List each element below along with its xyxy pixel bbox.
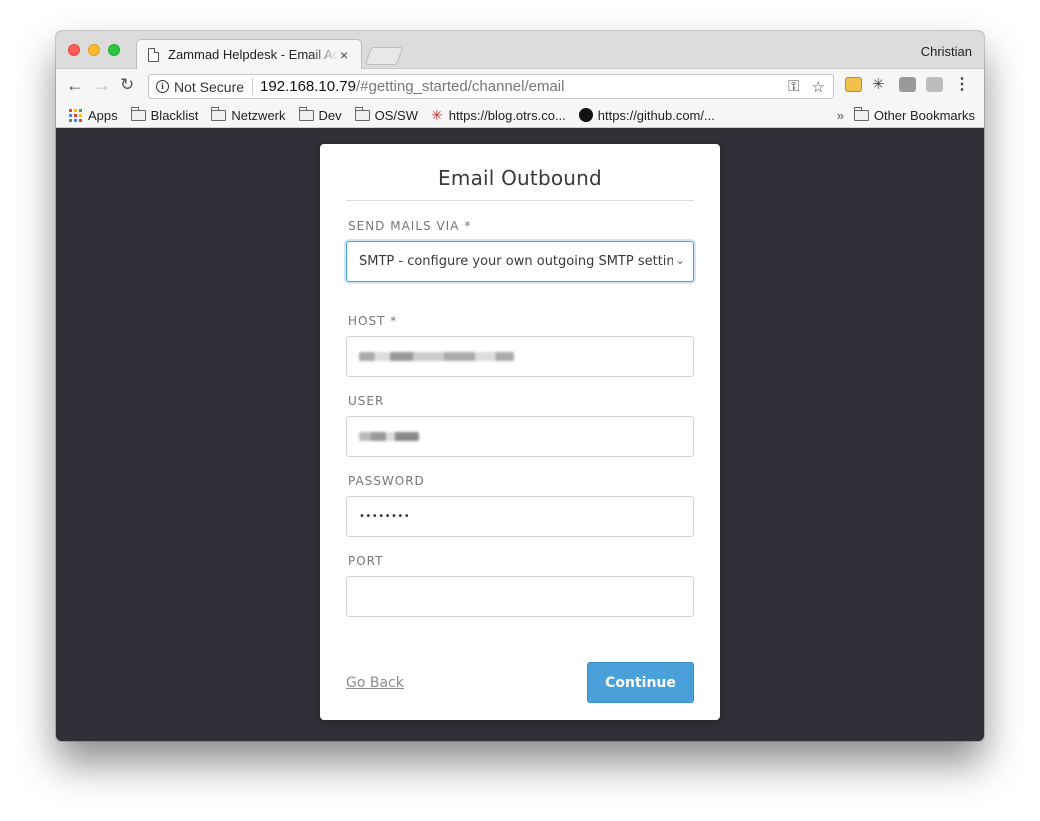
bookmark-other[interactable]: Other Bookmarks: [853, 106, 975, 123]
page-content: Email Outbound SEND MAILS VIA * SMTP - c…: [56, 129, 984, 741]
tab-title: Zammad Helpdesk - Email Acc: [168, 47, 338, 62]
redacted-user-value: [359, 432, 419, 441]
minimize-window-button[interactable]: [88, 44, 100, 56]
folder-icon: [211, 106, 227, 121]
folder-icon: [354, 106, 370, 121]
user-label: USER: [348, 394, 385, 408]
send-via-label: SEND MAILS VIA *: [348, 219, 472, 233]
bookmark-os-sw[interactable]: OS/SW: [354, 106, 418, 123]
browser-toolbar: ← → ↻ i Not Secure 192.168.10.79 /#getti…: [56, 69, 984, 103]
address-separator: [252, 78, 254, 95]
bookmark-label: OS/SW: [374, 107, 418, 123]
address-bar[interactable]: i Not Secure 192.168.10.79 /#getting_sta…: [148, 74, 834, 99]
extension-square-icon[interactable]: [899, 77, 916, 92]
close-window-button[interactable]: [68, 44, 80, 56]
profile-name[interactable]: Christian: [921, 44, 972, 59]
host-input[interactable]: [346, 336, 694, 377]
key-icon[interactable]: ⚿: [788, 78, 799, 96]
active-tab-content[interactable]: Zammad Helpdesk - Email Acc ×: [144, 39, 358, 70]
new-tab-button[interactable]: [364, 47, 404, 65]
password-value: ••••••••: [359, 511, 411, 522]
bookmarks-bar: Apps Blacklist Netzwerk Dev OS/SW ✳ http…: [56, 103, 984, 128]
password-label: PASSWORD: [348, 474, 425, 488]
bookmark-dev[interactable]: Dev: [298, 106, 342, 123]
tab-close-icon[interactable]: ×: [340, 47, 348, 63]
extension-bug-icon[interactable]: ✳: [872, 77, 889, 92]
port-label: PORT: [348, 554, 384, 568]
bookmark-label: Apps: [88, 107, 118, 123]
maximize-window-button[interactable]: [108, 44, 120, 56]
host-label: HOST *: [348, 314, 398, 328]
extension-ruler-icon[interactable]: [845, 77, 862, 92]
extension-puzzle-icon[interactable]: [926, 77, 943, 92]
browser-menu-icon[interactable]: ⋮: [954, 77, 970, 93]
bookmark-label: https://blog.otrs.co...: [448, 107, 566, 123]
email-outbound-card: Email Outbound SEND MAILS VIA * SMTP - c…: [320, 144, 720, 720]
user-input[interactable]: [346, 416, 694, 457]
url-host: 192.168.10.79: [260, 78, 356, 95]
bookmark-apps[interactable]: Apps: [69, 108, 118, 123]
go-back-link[interactable]: Go Back: [346, 675, 404, 691]
send-via-select[interactable]: SMTP - configure your own outgoing SMTP …: [346, 241, 694, 282]
forward-arrow-icon[interactable]: →: [93, 76, 111, 94]
tab-strip: Zammad Helpdesk - Email Acc × Christian: [56, 31, 984, 70]
bookmark-github[interactable]: https://github.com/...: [578, 107, 715, 123]
folder-icon: [853, 106, 869, 121]
bookmarks-overflow-icon[interactable]: »: [837, 108, 844, 123]
security-indicator[interactable]: Not Secure: [174, 79, 244, 95]
bookmark-label: https://github.com/...: [597, 107, 715, 123]
bookmark-netzwerk[interactable]: Netzwerk: [211, 106, 286, 123]
password-input[interactable]: ••••••••: [346, 496, 694, 537]
page-icon: [148, 47, 159, 62]
title-divider: [346, 200, 694, 201]
chevron-down-icon: ⌄: [674, 253, 685, 267]
continue-button[interactable]: Continue: [587, 662, 694, 703]
info-icon[interactable]: i: [156, 80, 169, 93]
github-icon: [578, 108, 593, 122]
bookmark-blacklist[interactable]: Blacklist: [130, 106, 199, 123]
bookmark-star-icon[interactable]: ☆: [812, 78, 825, 96]
url-path: /#getting_started/channel/email: [355, 78, 565, 95]
bookmark-label: Blacklist: [150, 107, 199, 123]
apps-grid-icon: [69, 108, 82, 122]
back-arrow-icon[interactable]: ←: [66, 76, 84, 94]
send-via-value: SMTP - configure your own outgoing SMTP …: [359, 254, 673, 269]
reload-icon[interactable]: ↻: [120, 76, 134, 94]
port-input[interactable]: [346, 576, 694, 617]
bookmark-label: Netzwerk: [231, 107, 286, 123]
otrs-icon: ✳: [430, 106, 443, 123]
folder-icon: [298, 106, 314, 121]
page-title: Email Outbound: [438, 166, 602, 190]
browser-window: Zammad Helpdesk - Email Acc × Christian …: [56, 31, 984, 741]
folder-icon: [130, 106, 146, 121]
bookmark-label: Other Bookmarks: [873, 107, 975, 123]
bookmark-label: Dev: [318, 107, 342, 123]
redacted-host-value: [359, 352, 514, 361]
bookmark-otrs-blog[interactable]: ✳ https://blog.otrs.co...: [431, 107, 566, 124]
